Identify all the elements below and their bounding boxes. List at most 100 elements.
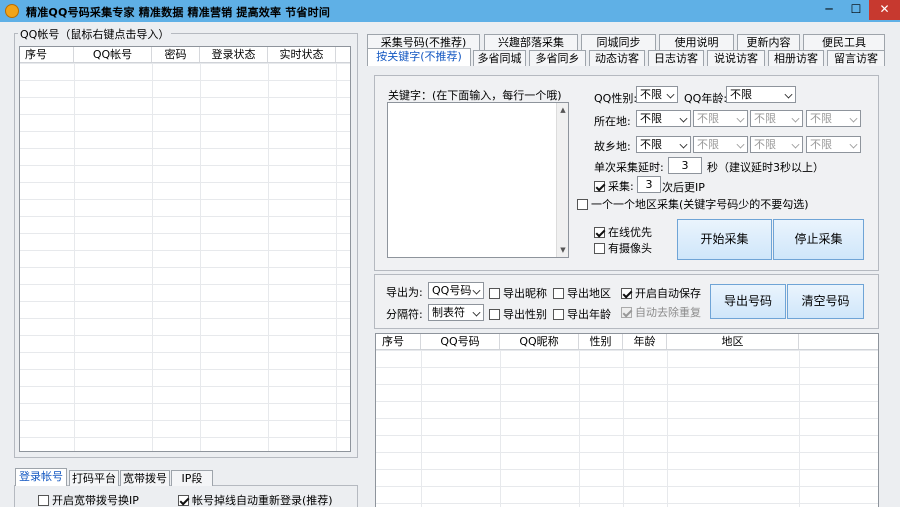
auto-save-checkbox[interactable]: 开启自动保存 — [621, 285, 701, 301]
tab-interest-tribe[interactable]: 兴趣部落采集 — [484, 34, 578, 50]
results-table-rows — [376, 350, 878, 507]
keyword-scrollbar[interactable]: ▲ ▼ — [556, 103, 568, 257]
gender-label: QQ性别: — [594, 92, 638, 105]
scroll-up-icon[interactable]: ▲ — [558, 105, 568, 115]
chevron-down-icon — [791, 140, 800, 149]
delay-label: 单次采集延时: — [594, 161, 664, 174]
column-header[interactable]: QQ昵称 — [500, 334, 579, 349]
checkbox-checked-icon — [594, 226, 605, 238]
chevron-down-icon — [791, 114, 800, 123]
column-header[interactable]: 实时状态 — [268, 47, 336, 62]
age-select[interactable]: 不限 — [726, 86, 796, 103]
tab-message-visitors[interactable]: 留言访客 — [827, 50, 885, 66]
change-ip-count-input[interactable]: 3 — [637, 176, 661, 193]
export-nickname-checkbox[interactable]: 导出昵称 — [489, 285, 547, 301]
title-bar: 精准QQ号码采集专家 精准数据 精准营销 提高效率 节省时间 ─ ☐ ✕ — [0, 0, 900, 22]
separator-label: 分隔符: — [386, 308, 423, 321]
minimize-button[interactable]: ─ — [816, 0, 842, 20]
chevron-down-icon — [679, 114, 688, 123]
change-ip-suffix-label: 次后更IP — [662, 181, 705, 194]
checkbox-icon — [553, 308, 564, 320]
scroll-down-icon[interactable]: ▼ — [558, 245, 568, 255]
results-table[interactable]: 序号 QQ号码 QQ昵称 性别 年龄 地区 — [375, 333, 879, 507]
checkbox-icon — [577, 198, 588, 210]
delay-unit-label: 秒（建议延时3秒以上） — [707, 161, 824, 174]
checkbox-icon — [594, 242, 605, 254]
delay-input[interactable]: 3 — [668, 157, 702, 174]
tab-ip-range[interactable]: IP段 — [171, 470, 213, 486]
account-table[interactable]: 序号 QQ帐号 密码 登录状态 实时状态 — [19, 46, 351, 452]
tab-updates[interactable]: 更新内容 — [737, 34, 800, 50]
export-as-label: 导出为: — [386, 286, 423, 299]
export-region-checkbox[interactable]: 导出地区 — [553, 285, 611, 301]
app-logo-icon — [5, 4, 19, 18]
tab-multi-province-hometown[interactable]: 多省同乡 — [529, 50, 586, 66]
change-ip-checkbox[interactable]: 采集: — [594, 178, 634, 194]
tab-login-account[interactable]: 登录帐号 — [15, 468, 67, 486]
separator-select[interactable]: 制表符 — [428, 304, 484, 321]
chevron-down-icon — [679, 140, 688, 149]
stop-collect-button[interactable]: 停止采集 — [773, 219, 864, 260]
location-city-select[interactable]: 不限 — [693, 110, 748, 127]
location-label: 所在地: — [594, 115, 631, 128]
hometown-city-select[interactable]: 不限 — [693, 136, 748, 153]
hometown-district-select[interactable]: 不限 — [750, 136, 803, 153]
tab-multi-province-city[interactable]: 多省同城 — [473, 50, 526, 66]
column-header[interactable]: 性别 — [579, 334, 623, 349]
clear-numbers-button[interactable]: 清空号码 — [787, 284, 864, 319]
chevron-down-icon — [472, 286, 481, 295]
window-title: 精准QQ号码采集专家 精准数据 精准营销 提高效率 节省时间 — [26, 6, 331, 19]
export-numbers-button[interactable]: 导出号码 — [710, 284, 786, 319]
hometown-province-select[interactable]: 不限 — [636, 136, 691, 153]
export-age-checkbox[interactable]: 导出年龄 — [553, 306, 611, 322]
column-header[interactable]: QQ帐号 — [74, 47, 152, 62]
tab-same-city-sync[interactable]: 同城同步 — [581, 34, 656, 50]
has-camera-checkbox[interactable]: 有摄像头 — [594, 240, 652, 256]
keyword-textarea[interactable]: ▲ ▼ — [387, 102, 569, 258]
auto-dedupe-checkbox[interactable]: 自动去除重复 — [621, 304, 701, 320]
gender-select[interactable]: 不限 — [636, 86, 678, 103]
column-header[interactable]: 登录状态 — [200, 47, 268, 62]
start-collect-button[interactable]: 开始采集 — [677, 219, 772, 260]
chevron-down-icon — [784, 90, 793, 99]
column-header[interactable]: 年龄 — [623, 334, 667, 349]
broadband-ip-checkbox[interactable]: 开启宽带拨号换IP — [38, 492, 139, 507]
chevron-down-icon — [472, 308, 481, 317]
auto-relogin-checkbox[interactable]: 帐号掉线自动重新登录(推荐) — [178, 492, 333, 507]
tab-album-visitors[interactable]: 相册访客 — [768, 50, 824, 66]
chevron-down-icon — [736, 114, 745, 123]
checkbox-icon — [38, 494, 49, 506]
tab-dynamic-visitors[interactable]: 动态访客 — [589, 50, 645, 66]
tab-instructions[interactable]: 使用说明 — [659, 34, 734, 50]
tab-tools[interactable]: 便民工具 — [803, 34, 885, 50]
tab-shuoshuo-visitors[interactable]: 说说访客 — [707, 50, 765, 66]
tab-log-visitors[interactable]: 日志访客 — [648, 50, 704, 66]
age-label: QQ年龄: — [684, 92, 728, 105]
column-header[interactable]: 地区 — [667, 334, 799, 349]
close-button[interactable]: ✕ — [869, 0, 900, 20]
location-district-select[interactable]: 不限 — [750, 110, 803, 127]
maximize-button[interactable]: ☐ — [843, 0, 869, 20]
checkbox-checked-icon — [621, 306, 632, 318]
tab-captcha-platform[interactable]: 打码平台 — [69, 470, 119, 486]
checkbox-icon — [489, 308, 500, 320]
account-group-title: QQ帐号（鼠标右键点击导入） — [18, 26, 172, 42]
tab-by-keyword[interactable]: 按关键字(不推荐) — [367, 48, 471, 66]
online-first-checkbox[interactable]: 在线优先 — [594, 224, 652, 240]
chevron-down-icon — [736, 140, 745, 149]
column-header[interactable]: 序号 — [20, 47, 74, 62]
chevron-down-icon — [849, 140, 858, 149]
checkbox-checked-icon — [594, 180, 605, 192]
column-header[interactable]: 序号 — [376, 334, 421, 349]
hometown-area-select[interactable]: 不限 — [806, 136, 861, 153]
region-one-by-one-checkbox[interactable]: 一个一个地区采集(关键字号码少的不要勾选) — [577, 196, 809, 212]
account-table-rows — [20, 63, 350, 451]
tab-broadband-dial[interactable]: 宽带拨号 — [120, 470, 170, 486]
column-header[interactable]: QQ号码 — [421, 334, 500, 349]
export-gender-checkbox[interactable]: 导出性别 — [489, 306, 547, 322]
export-format-select[interactable]: QQ号码 — [428, 282, 484, 299]
checkbox-icon — [553, 287, 564, 299]
location-area-select[interactable]: 不限 — [806, 110, 861, 127]
column-header[interactable]: 密码 — [152, 47, 200, 62]
location-province-select[interactable]: 不限 — [636, 110, 691, 127]
